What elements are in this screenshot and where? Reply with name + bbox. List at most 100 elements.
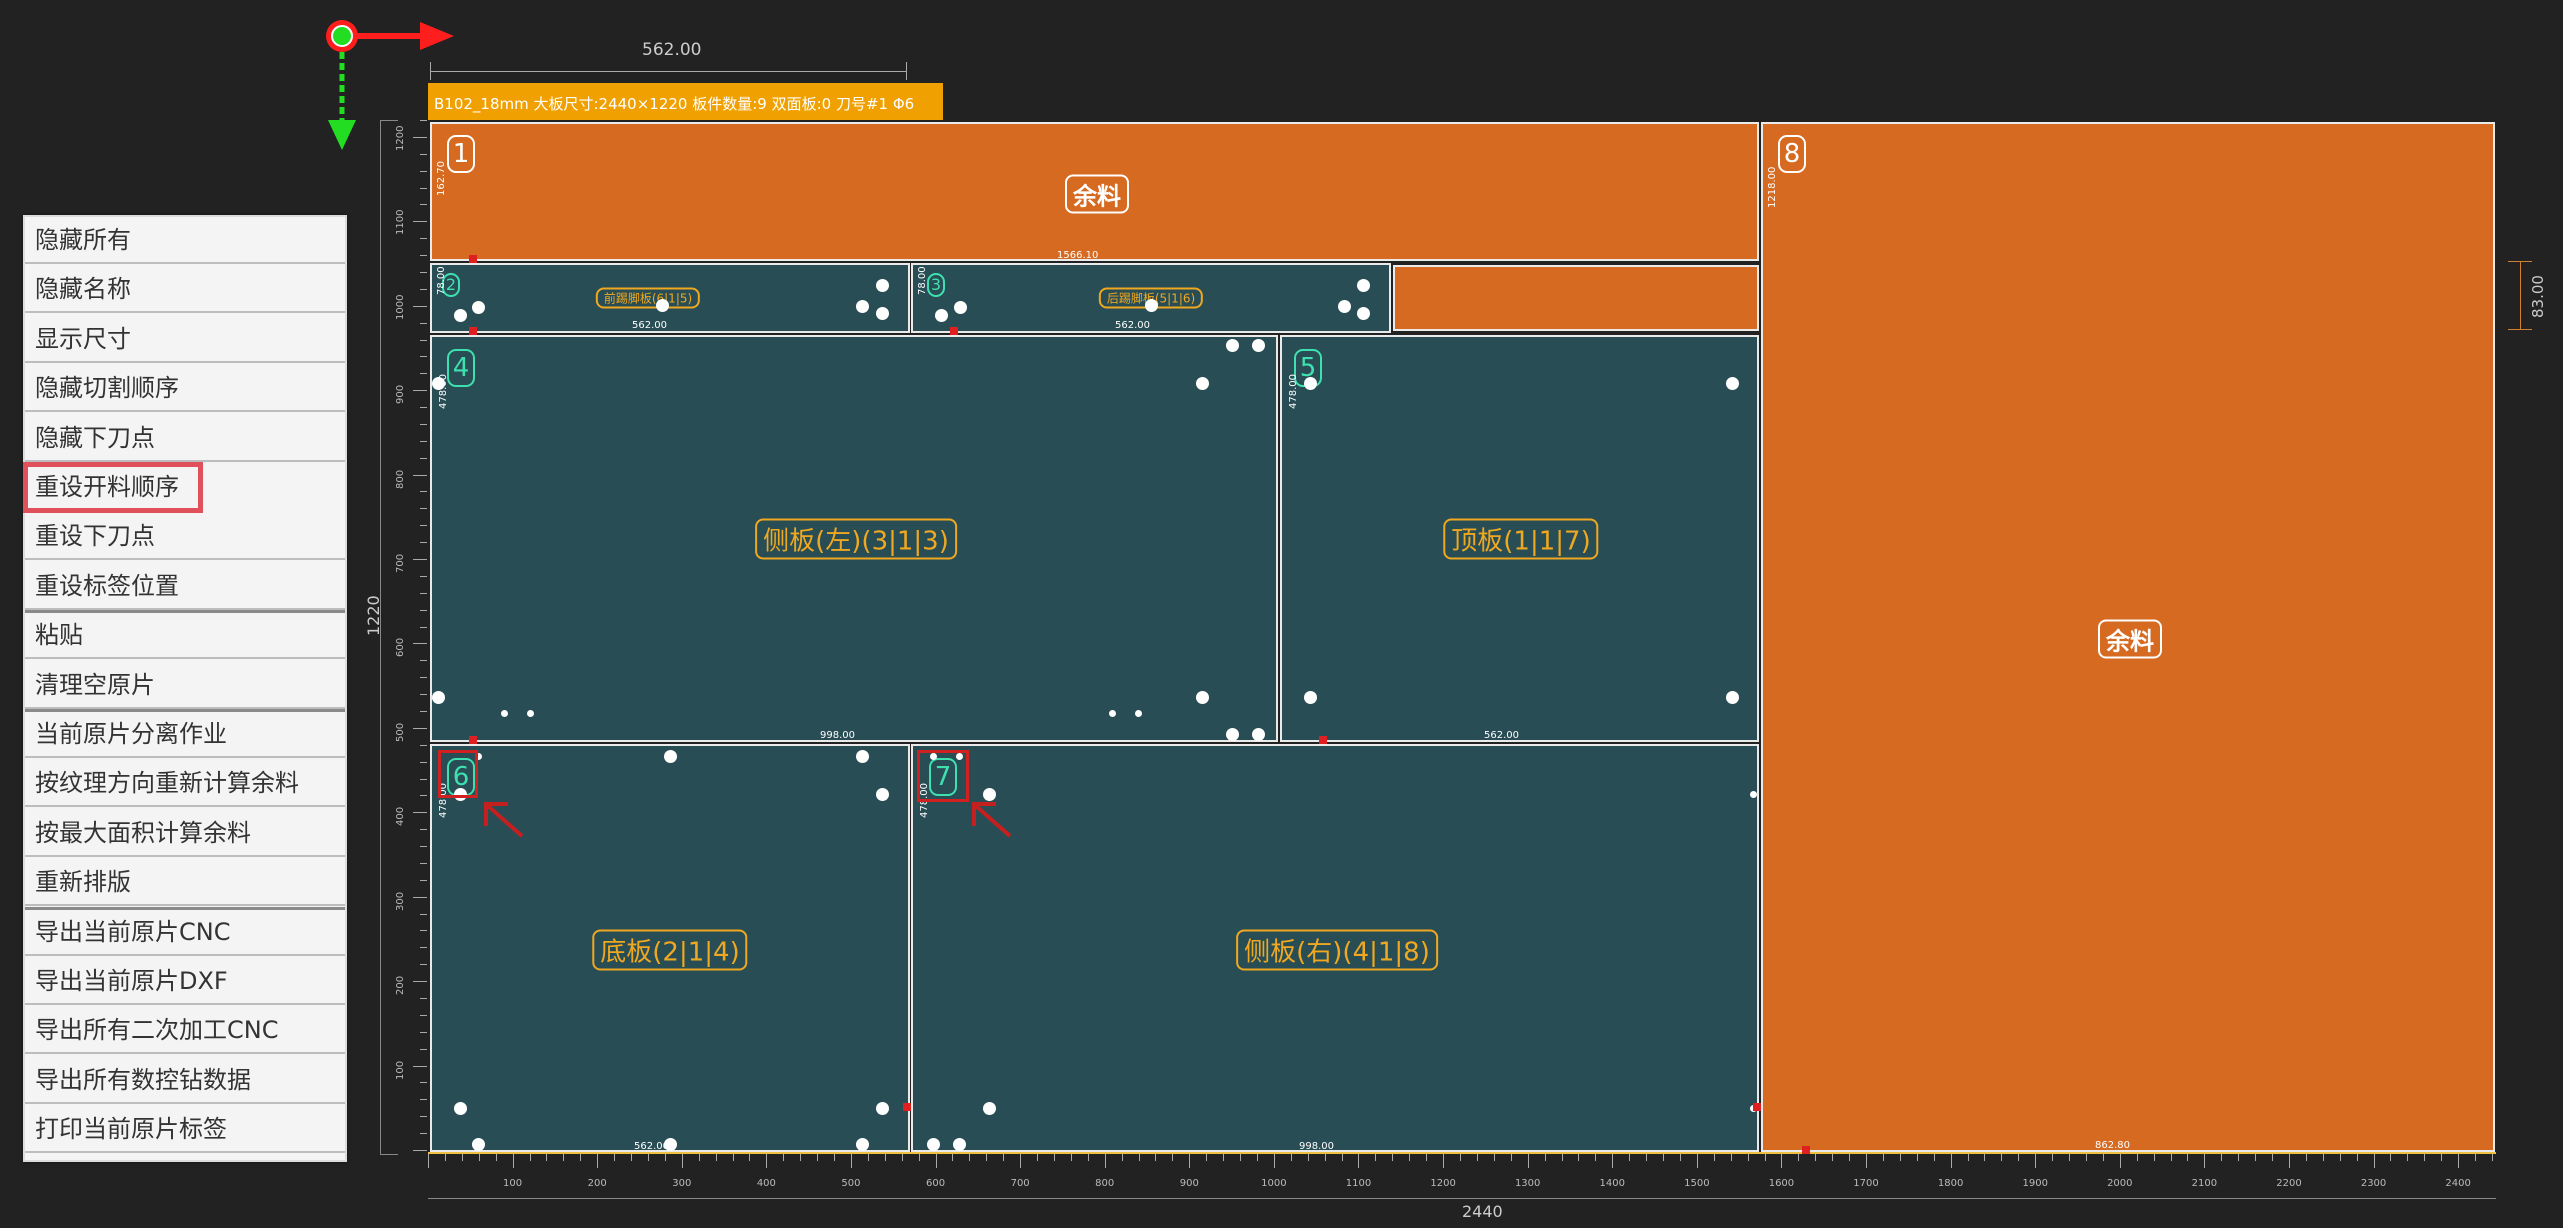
piece-width-dim: 998.00 xyxy=(1299,1141,1334,1152)
hole-small xyxy=(501,710,508,717)
ruler-tick xyxy=(420,423,427,425)
offcut-piece-8[interactable]: 8 余料 1218.00 862.80 xyxy=(1761,122,2495,1152)
menu-item-1[interactable]: 隐藏所有 xyxy=(25,217,345,264)
offcut-piece-1[interactable]: 1 余料 162.70 1566.10 xyxy=(430,122,1759,261)
board-info-bar: B102_18mm 大板尺寸:2440×1220 板件数量:9 双面板:0 刀号… xyxy=(428,83,943,120)
ruler-tick-label: 100 xyxy=(503,1178,523,1189)
hole-small xyxy=(1135,710,1142,717)
ruler-tick xyxy=(2475,1154,2477,1161)
board-piece-4[interactable]: 4 侧板(左)(3|1|3) 478.00 998.00 xyxy=(430,335,1278,742)
ruler-tick xyxy=(1612,1154,1614,1168)
menu-item-17[interactable]: 导出所有二次加工CNC xyxy=(25,1007,345,1054)
ruler-tick xyxy=(1950,1154,1952,1168)
ruler-tick xyxy=(1984,1154,1986,1161)
board-piece-3[interactable]: 3 后踢脚板(5|1|6) 78.00 562.00 xyxy=(911,263,1391,333)
ruler-tick xyxy=(420,609,427,611)
menu-item-7[interactable]: 重设下刀点 xyxy=(25,513,345,560)
menu-item-2[interactable]: 隐藏名称 xyxy=(25,266,345,313)
ruler-tick xyxy=(1172,1154,1174,1161)
menu-item-16[interactable]: 导出当前原片DXF xyxy=(25,958,345,1005)
ruler-tick xyxy=(420,998,427,1000)
menu-item-19[interactable]: 打印当前原片标签 xyxy=(25,1106,345,1153)
ruler-tick xyxy=(952,1154,954,1161)
board-piece-7[interactable]: 7 侧板(右)(4|1|8) 478.00 998.00 xyxy=(911,744,1759,1152)
menu-item-12[interactable]: 按纹理方向重新计算余料 xyxy=(25,760,345,807)
ruler-tick xyxy=(420,846,427,848)
piece-width-dim: 562.00 xyxy=(1484,730,1519,741)
ruler-tick xyxy=(1189,1154,1191,1168)
ruler-tick xyxy=(1426,1154,1428,1161)
ruler-tick xyxy=(2153,1154,2155,1161)
menu-item-18[interactable]: 导出所有数控钻数据 xyxy=(25,1057,345,1104)
ruler-tick xyxy=(563,1154,565,1161)
menu-item-14[interactable]: 重新排版 xyxy=(25,859,345,906)
pointer-arrow-icon xyxy=(484,802,524,838)
menu-item-5[interactable]: 隐藏下刀点 xyxy=(25,415,345,462)
hole xyxy=(1196,377,1209,390)
hole xyxy=(856,300,869,313)
hole xyxy=(472,301,485,314)
ruler-tick xyxy=(413,981,427,983)
ruler-tick xyxy=(420,694,427,696)
ruler-tick xyxy=(413,812,427,814)
ruler-tick xyxy=(2204,1154,2206,1168)
ruler-tick xyxy=(884,1154,886,1161)
ruler-tick xyxy=(1087,1154,1089,1161)
ruler-tick-label: 200 xyxy=(587,1178,607,1189)
menu-item-11[interactable]: 当前原片分离作业 xyxy=(25,711,345,758)
pointer-arrow-icon xyxy=(972,802,1012,838)
menu-item-15[interactable]: 导出当前原片CNC xyxy=(25,909,345,956)
menu-item-8[interactable]: 重设标签位置 xyxy=(25,563,345,610)
ruler-tick xyxy=(1104,1154,1106,1168)
ruler-tick xyxy=(1443,1154,1445,1168)
ruler-tick xyxy=(413,474,427,476)
board-piece-5[interactable]: 5 顶板(1|1|7) 478.00 562.00 xyxy=(1280,335,1759,742)
ruler-tick xyxy=(2238,1154,2240,1161)
ruler-tick xyxy=(420,288,427,290)
menu-item-13[interactable]: 按最大面积计算余料 xyxy=(25,810,345,857)
ruler-tick xyxy=(1240,1154,1242,1161)
ruler-tick xyxy=(420,1133,427,1135)
ruler-tick xyxy=(1392,1154,1394,1161)
menu-item-4[interactable]: 隐藏切割顺序 xyxy=(25,365,345,412)
ruler-tick-label: 1200 xyxy=(395,125,406,151)
ruler-tick xyxy=(1696,1154,1698,1168)
ruler-tick xyxy=(698,1154,700,1161)
highlight-box xyxy=(917,750,969,802)
board-piece-2[interactable]: 2 前踢脚板(6|1|5) 78.00 562.00 xyxy=(430,263,910,333)
hole xyxy=(1357,307,1370,320)
offcut-small[interactable] xyxy=(1393,265,1759,331)
menu-item-3[interactable]: 显示尺寸 xyxy=(25,316,345,363)
ruler-tick xyxy=(2119,1154,2121,1168)
menu-item-10[interactable]: 清理空原片 xyxy=(25,662,345,709)
ruler-tick xyxy=(850,1154,852,1168)
ruler-tick xyxy=(478,1154,480,1161)
ruler-tick xyxy=(420,153,427,155)
hole xyxy=(454,1102,467,1115)
menu-item-reset-cut-order[interactable]: 重设开料顺序 xyxy=(23,462,203,513)
width-label: 2440 xyxy=(1462,1202,1503,1221)
ruler-tick xyxy=(1629,1154,1631,1161)
cut-start-marker xyxy=(469,255,477,263)
ruler-tick xyxy=(647,1154,649,1161)
ruler-tick xyxy=(986,1154,988,1161)
ruler-tick xyxy=(420,660,427,662)
ruler-tick xyxy=(2102,1154,2104,1161)
menu-item-9[interactable]: 粘贴 xyxy=(25,612,345,659)
top-dimension-line xyxy=(430,71,907,72)
ruler-tick xyxy=(420,592,427,594)
ruler-tick-label: 1300 xyxy=(1514,1178,1541,1189)
ruler-tick xyxy=(420,491,427,493)
ruler-tick xyxy=(935,1154,937,1168)
ruler-tick xyxy=(1223,1154,1225,1161)
cut-start-marker xyxy=(950,327,958,335)
ruler-tick xyxy=(413,390,427,392)
ruler-tick xyxy=(413,643,427,645)
ruler-tick xyxy=(1679,1154,1681,1161)
ruler-tick xyxy=(413,559,427,561)
ruler-tick-label: 1100 xyxy=(395,209,406,236)
ruler-tick xyxy=(461,1154,463,1161)
ruler-tick xyxy=(420,964,427,966)
ruler-tick xyxy=(420,677,427,679)
ruler-tick xyxy=(1967,1154,1969,1161)
